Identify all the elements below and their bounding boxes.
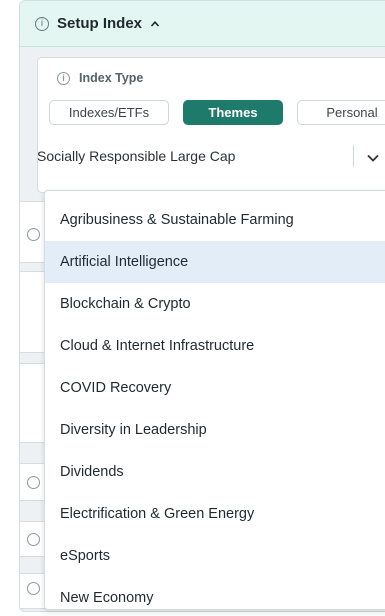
theme-dropdown-menu: Agribusiness & Sustainable Farming Artif…: [44, 190, 385, 610]
index-type-label: i Index Type: [57, 71, 143, 85]
chevron-up-icon[interactable]: [150, 19, 160, 29]
tab-personal[interactable]: Personal: [297, 100, 385, 125]
option-label: eSports: [60, 548, 110, 564]
tab-label: Themes: [208, 105, 258, 120]
option-label: Blockchain & Crypto: [60, 296, 191, 312]
dropdown-option[interactable]: Artificial Intelligence: [45, 241, 385, 283]
tab-indexes-etfs[interactable]: Indexes/ETFs: [49, 100, 169, 125]
info-icon: [27, 533, 40, 546]
info-icon: [27, 582, 40, 595]
option-label: Artificial Intelligence: [60, 254, 189, 270]
option-label: Diversity in Leadership: [60, 422, 207, 438]
info-icon: i: [57, 71, 70, 85]
tab-label: Indexes/ETFs: [68, 105, 150, 120]
chevron-down-icon[interactable]: [366, 153, 380, 163]
index-type-text: Index Type: [79, 71, 144, 85]
option-label: Electrification & Green Energy: [60, 506, 255, 522]
option-label: COVID Recovery: [60, 380, 172, 396]
option-label: Cloud & Internet Infrastructure: [60, 338, 255, 354]
dropdown-option[interactable]: COVID Recovery: [45, 367, 385, 409]
setup-index-title: Setup Index: [57, 15, 143, 32]
tab-label: Personal: [326, 105, 378, 120]
dropdown-option[interactable]: Electrification & Green Energy: [45, 493, 385, 535]
info-icon: [27, 228, 40, 241]
setup-index-header[interactable]: i Setup Index: [20, 1, 385, 47]
index-type-card: i Index Type Indexes/ETFs Themes Persona…: [37, 57, 385, 193]
tab-themes[interactable]: Themes: [183, 100, 283, 125]
dropdown-option[interactable]: eSports: [45, 535, 385, 577]
dropdown-option[interactable]: Dividends: [45, 451, 385, 493]
dropdown-option[interactable]: Blockchain & Crypto: [45, 283, 385, 325]
dropdown-option[interactable]: Cloud & Internet Infrastructure: [45, 325, 385, 367]
option-label: Dividends: [60, 464, 124, 480]
index-select-value[interactable]: Socially Responsible Large Cap: [37, 148, 235, 164]
dropdown-option[interactable]: Diversity in Leadership: [45, 409, 385, 451]
dropdown-option[interactable]: Agribusiness & Sustainable Farming: [45, 199, 385, 241]
select-divider: [353, 145, 354, 167]
info-icon: i: [35, 16, 49, 31]
option-label: Agribusiness & Sustainable Farming: [60, 212, 294, 228]
option-label: New Economy: [60, 590, 154, 606]
dropdown-option[interactable]: New Economy: [45, 577, 385, 609]
info-icon: [27, 476, 40, 489]
